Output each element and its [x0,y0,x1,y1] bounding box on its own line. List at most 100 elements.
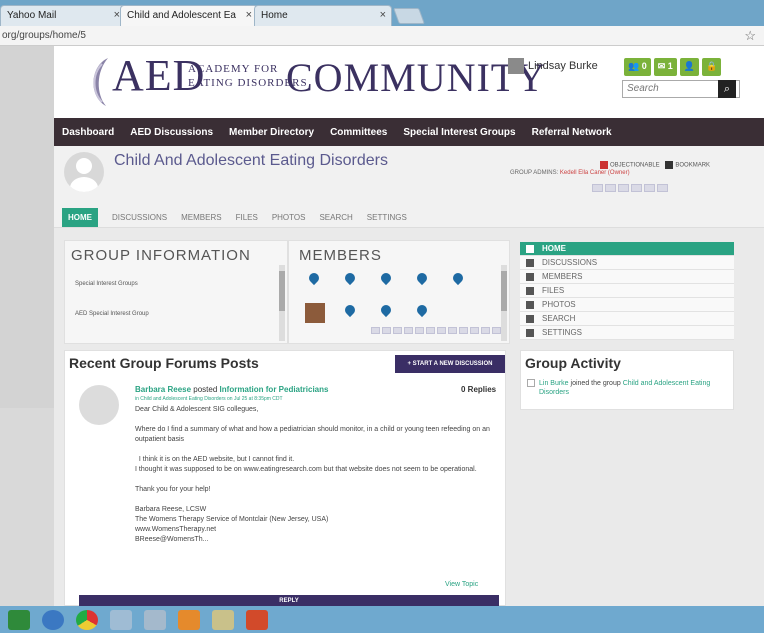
sidebar-item-members[interactable]: MEMBERS [520,270,734,284]
nav-committees[interactable]: Committees [330,127,387,138]
pager-btn[interactable] [631,184,642,192]
avatar[interactable] [79,385,119,425]
wrench-icon [526,328,534,337]
post-verb: posted [193,385,218,394]
pager-btn[interactable] [371,327,380,334]
star-icon[interactable]: ☆ [744,28,756,44]
pager-btn[interactable] [618,184,629,192]
site-header: AED Academy for Eating Disorders COMMUNI… [54,46,764,118]
admins-list[interactable]: Kedell Ella Caner (Owner) [560,170,630,176]
nav-member-directory[interactable]: Member Directory [229,127,314,138]
admins-label: GROUP ADMINS: [510,170,559,176]
pager-btn[interactable] [404,327,413,334]
avatar[interactable] [508,58,524,74]
pager-btn[interactable] [459,327,468,334]
pager-btn[interactable] [415,327,424,334]
nav-dashboard[interactable]: Dashboard [62,127,114,138]
group-info-item: Special Interest Groups [75,281,138,287]
member-pin-icon[interactable] [417,273,427,287]
tab-home[interactable]: Home × [254,5,392,26]
ie-icon[interactable] [42,609,64,630]
discussions-icon [526,258,534,267]
tab-yahoo-mail[interactable]: Yahoo Mail × [0,5,126,26]
nav-aed-discussions[interactable]: AED Discussions [130,127,213,138]
new-tab-button[interactable] [393,8,425,24]
pager-btn[interactable] [644,184,655,192]
activity-heading: Group Activity [525,355,621,371]
pager-btn[interactable] [470,327,479,334]
member-pin-icon[interactable] [381,305,391,319]
member-pin-icon[interactable] [381,273,391,287]
sidebar-item-settings[interactable]: SETTINGS [520,326,734,340]
member-pin-icon[interactable] [345,305,355,319]
pager-btn[interactable] [492,327,501,334]
nav-referral-network[interactable]: Referral Network [532,127,612,138]
pager-btn[interactable] [426,327,435,334]
member-pin-icon[interactable] [453,273,463,287]
member-pin-icon[interactable] [417,305,427,319]
lock-icon[interactable]: 🔒 [702,58,722,76]
pager-btn[interactable] [481,327,490,334]
member-pin-icon[interactable] [309,273,319,287]
post-meta[interactable]: in Child and Adolescent Eating Disorders… [135,396,283,402]
tab-photos[interactable]: PHOTOS [272,208,306,227]
sidebar-item-home[interactable]: HOME [520,242,734,256]
user-name[interactable]: Lindsay Burke [528,60,598,72]
pager-btn[interactable] [393,327,402,334]
tab-settings[interactable]: SETTINGS [367,208,407,227]
activity-actor[interactable]: Lin Burke [539,380,569,387]
member-pin-icon[interactable] [345,273,355,287]
sidebar-item-discussions[interactable]: DISCUSSIONS [520,256,734,270]
members-heading: MEMBERS [299,247,382,264]
pager-btn[interactable] [382,327,391,334]
search-icon[interactable]: ⌕ [718,80,736,98]
paint-icon[interactable] [144,609,166,630]
view-topic-link[interactable]: View Topic [445,581,478,588]
page-title: Child And Adolescent Eating Disorders [114,152,388,169]
sidebar-item-photos[interactable]: PHOTOS [520,298,734,312]
post-author[interactable]: Barbara Reese [135,385,191,394]
flag-icon [600,161,608,169]
close-icon[interactable]: × [246,9,252,21]
start-discussion-button[interactable]: + START A NEW DISCUSSION [395,355,505,373]
mail-icon[interactable]: ✉ 1 [653,58,677,76]
friends-icon[interactable]: 👥 0 [624,58,651,76]
post-replies: 0 Replies [461,385,497,394]
chrome-icon[interactable] [76,609,98,630]
close-icon[interactable]: × [380,9,386,21]
nav-special-interest-groups[interactable]: Special Interest Groups [403,127,515,138]
tab-child-adolescent[interactable]: Child and Adolescent Ea × [120,5,258,26]
sidebar-item-files[interactable]: FILES [520,284,734,298]
files-icon[interactable] [110,609,132,630]
bookmark-label[interactable]: BOOKMARK [675,163,710,169]
objectionable-link[interactable]: OBJECTIONABLE BOOKMARK [600,161,710,169]
os-taskbar [0,606,764,633]
member-photo[interactable] [305,303,325,323]
camera-icon [526,300,534,309]
address-bar[interactable]: org/groups/home/5 ☆ [0,26,764,46]
profile-icon[interactable]: 👤 [679,58,700,76]
tab-search[interactable]: SEARCH [319,208,352,227]
scrollbar-thumb[interactable] [279,271,285,311]
sidebar-item-search[interactable]: SEARCH [520,312,734,326]
scrollbar-thumb[interactable] [501,271,507,311]
outlook-icon[interactable] [178,609,200,630]
tab-home[interactable]: HOME [62,208,98,227]
start-icon[interactable] [8,609,30,630]
group-admins: GROUP ADMINS: Kedell Ella Caner (Owner) [510,170,630,176]
pager-btn[interactable] [657,184,668,192]
pager-btn[interactable] [437,327,446,334]
post-topic-link[interactable]: Information for Pediatricians [220,385,329,394]
pager-btn[interactable] [448,327,457,334]
tab-discussions[interactable]: DISCUSSIONS [112,208,167,227]
powerpoint-icon[interactable] [246,609,268,630]
tab-files[interactable]: FILES [236,208,258,227]
tab-members[interactable]: MEMBERS [181,208,221,227]
sidebar-item-label: FILES [542,286,565,295]
pager-btn[interactable] [592,184,603,192]
sidebar-item-label: SEARCH [542,314,576,323]
folder-icon[interactable] [212,609,234,630]
pager-btn[interactable] [605,184,616,192]
activity-item: Lin Burke joined the group Child and Ado… [539,379,731,397]
sidebar-item-label: HOME [542,244,566,253]
